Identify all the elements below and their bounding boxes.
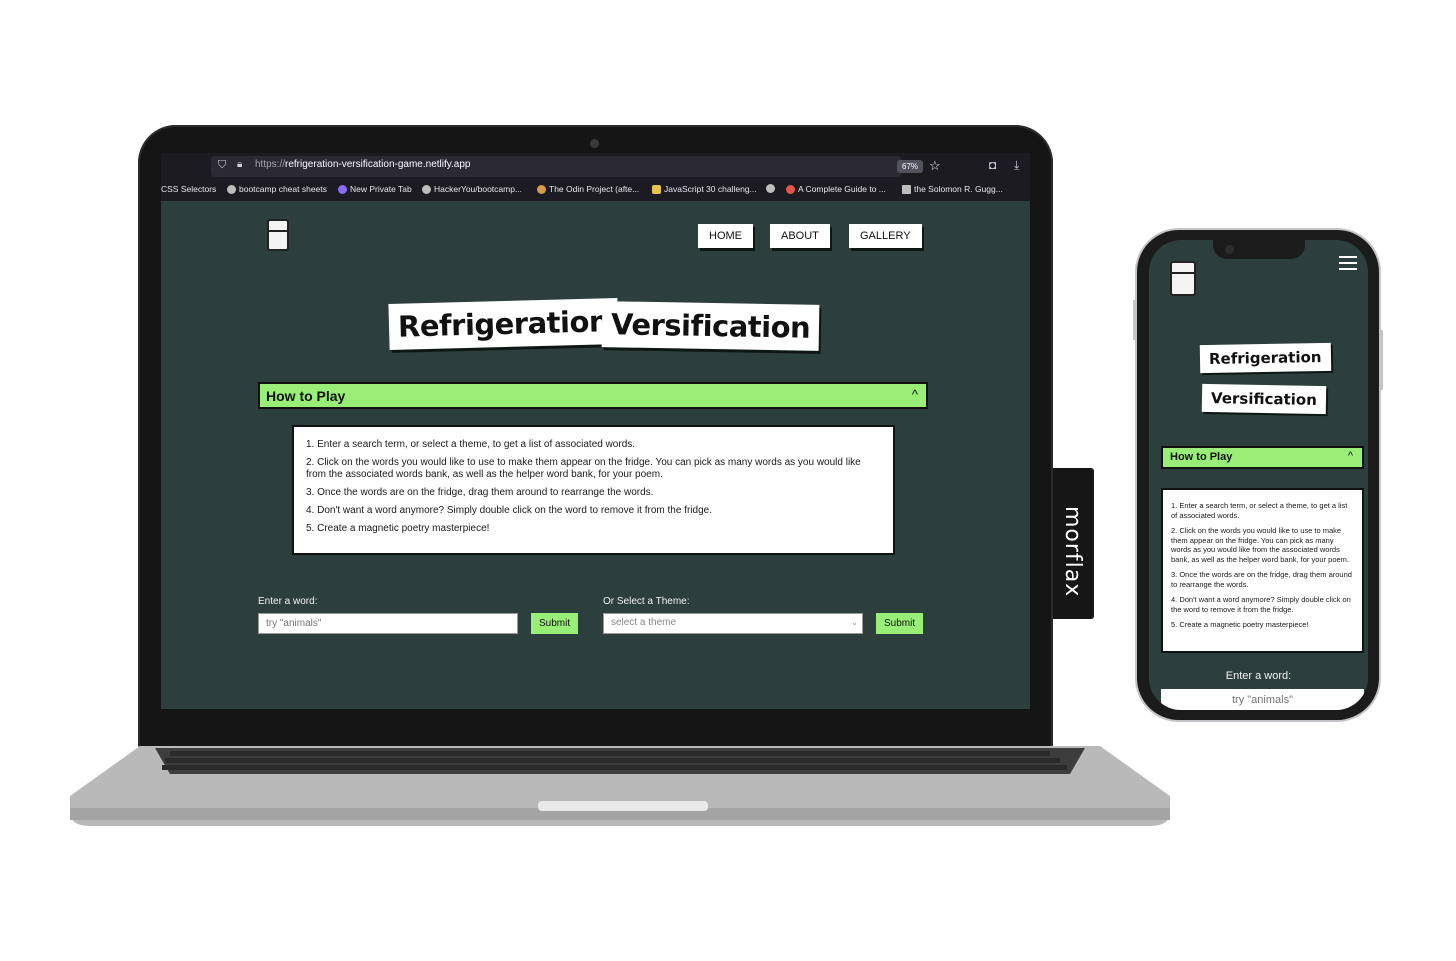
github-icon [422,184,431,194]
bookmark-item[interactable]: CSS Selectors [161,184,216,194]
chevron-down-icon: ⌄ [851,618,858,627]
nav-about-button[interactable]: ABOUT [770,224,830,248]
bookmark-item[interactable]: JavaScript 30 challeng... [652,184,757,194]
hamburger-menu-icon[interactable] [1339,256,1357,270]
theme-label: Or Select a Theme: [603,596,690,607]
js30-icon [652,184,661,194]
browser-toolbar: ⛉ 🔒︎ https://refrigeration-versification… [161,153,1030,201]
download-icon[interactable]: ⤓ [1014,158,1019,173]
theme-submit-button[interactable]: Submit [876,613,924,634]
title-word-versification: Versification [1201,383,1327,415]
lock-icon: 🔒︎ [237,159,243,170]
laptop-camera [590,139,599,148]
pocket-icon[interactable]: ◘ [989,158,996,172]
instruction-step: 1. Enter a search term, or select a them… [306,439,636,450]
fridge-icon [267,219,289,251]
github-icon [227,184,236,194]
title-word-refrigeration: Refrigeration [388,298,619,350]
instruction-step: 2. Click on the words you would like to … [1171,526,1350,564]
fridge-logo[interactable] [267,219,289,251]
odin-icon [537,184,546,194]
how-to-play-label: How to Play [266,388,346,404]
private-tab-icon [338,184,347,194]
phone-notch [1213,240,1305,259]
instruction-step: 4. Don't want a word anymore? Simply dou… [1171,595,1351,614]
laptop-screen: ⛉ 🔒︎ https://refrigeration-versification… [161,153,1030,709]
phone-side-button [1380,330,1383,390]
shield-icon: ⛉ [218,159,227,171]
word-submit-button[interactable]: Submit [531,613,579,634]
instruction-step: 3. Once the words are on the fridge, dra… [1171,570,1352,589]
word-label: Enter a word: [258,596,318,607]
bookmark-item[interactable]: The Odin Project (afte... [537,184,639,194]
instruction-step: 2. Click on the words you would like to … [306,457,861,480]
bookmark-item[interactable]: New Private Tab [338,184,412,194]
star-icon[interactable]: ☆ [929,158,941,174]
morflax-watermark: morflax [1060,506,1085,598]
bookmark-item[interactable] [766,184,775,193]
bookmark-item[interactable]: the Solomon R. Gugg... [902,184,1003,194]
instruction-step: 5. Create a magnetic poetry masterpiece! [1171,620,1309,629]
instruction-step: 1. Enter a search term, or select a them… [1171,501,1348,520]
url-text: https://refrigeration-versification-game… [255,159,471,170]
phone-screen: Refrigeration Versification How to Play … [1149,240,1368,710]
instruction-step: 5. Create a magnetic poetry masterpiece! [306,523,490,534]
title-word-versification: Versification [601,301,820,351]
laptop-base [70,746,1170,826]
chevron-up-icon: ^ [1347,450,1353,462]
phone-side-button [1133,300,1136,340]
how-to-play-toggle[interactable]: How to Play ^ [258,382,928,409]
github-icon [766,184,775,193]
how-to-play-toggle[interactable]: How to Play ^ [1161,446,1364,469]
word-label: Enter a word: [1225,670,1292,682]
instructions-panel: 1. Enter a search term, or select a them… [292,425,895,555]
how-to-play-label: How to Play [1170,451,1233,463]
bookmark-item[interactable]: bootcamp cheat sheets [227,184,327,194]
instruction-step: 4. Don't want a word anymore? Simply dou… [306,505,712,516]
nav-gallery-button[interactable]: GALLERY [849,224,922,248]
word-input[interactable] [1161,689,1364,710]
title-word-refrigeration: Refrigeration [1199,342,1331,374]
zoom-level[interactable]: 67% [897,160,924,173]
bookmark-item[interactable]: HackerYou/bootcamp... [422,184,522,194]
museum-icon [902,184,911,194]
bookmark-item[interactable]: A Complete Guide to ... [786,184,886,194]
front-camera [1225,245,1234,254]
fridge-icon [1170,261,1196,296]
theme-select[interactable]: select a theme ⌄ [603,613,863,634]
word-input[interactable] [258,613,518,634]
nav-home-button[interactable]: HOME [698,224,753,248]
css-tricks-icon [786,184,795,194]
fridge-logo[interactable] [1170,261,1196,296]
address-bar[interactable]: ⛉ 🔒︎ https://refrigeration-versification… [211,156,941,177]
chevron-up-icon: ^ [911,387,918,402]
instructions-panel: 1. Enter a search term, or select a them… [1161,488,1364,653]
instruction-step: 3. Once the words are on the fridge, dra… [306,487,654,498]
theme-select-value: select a theme [611,617,677,628]
